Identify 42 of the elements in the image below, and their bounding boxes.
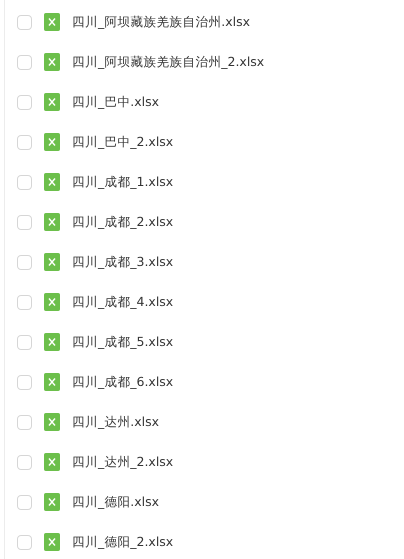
spreadsheet-file-icon <box>44 493 60 511</box>
file-name[interactable]: 四川_德阳_2.xlsx <box>72 534 174 550</box>
spreadsheet-file-icon <box>44 173 60 191</box>
checkbox[interactable] <box>17 254 32 270</box>
checkbox[interactable] <box>17 534 32 550</box>
checkbox[interactable] <box>17 454 32 470</box>
spreadsheet-file-icon <box>44 373 60 391</box>
file-name[interactable]: 四川_成都_1.xlsx <box>72 174 174 190</box>
checkbox[interactable] <box>17 94 32 110</box>
file-name[interactable]: 四川_成都_6.xlsx <box>72 374 174 390</box>
file-name[interactable]: 四川_达州_2.xlsx <box>72 454 174 470</box>
spreadsheet-file-icon <box>44 413 60 431</box>
file-name[interactable]: 四川_达州.xlsx <box>72 414 160 430</box>
spreadsheet-file-icon <box>44 533 60 551</box>
checkbox[interactable] <box>17 14 32 30</box>
file-name[interactable]: 四川_成都_4.xlsx <box>72 294 174 310</box>
spreadsheet-file-icon <box>44 13 60 31</box>
spreadsheet-file-icon <box>44 133 60 151</box>
file-name[interactable]: 四川_成都_5.xlsx <box>72 334 174 350</box>
spreadsheet-file-icon <box>44 293 60 311</box>
spreadsheet-file-icon <box>44 453 60 471</box>
checkbox[interactable] <box>17 54 32 70</box>
spreadsheet-file-icon <box>44 93 60 111</box>
file-name[interactable]: 四川_巴中.xlsx <box>72 94 160 110</box>
file-name[interactable]: 四川_阿坝藏族羌族自治州.xlsx <box>72 14 250 30</box>
checkbox[interactable] <box>17 294 32 310</box>
checkbox[interactable] <box>17 334 32 350</box>
checkbox[interactable] <box>17 174 32 190</box>
file-name[interactable]: 四川_成都_3.xlsx <box>72 254 174 270</box>
checkbox[interactable] <box>17 414 32 430</box>
file-name[interactable]: 四川_德阳.xlsx <box>72 494 160 510</box>
spreadsheet-file-icon <box>44 333 60 351</box>
checkbox[interactable] <box>17 494 32 510</box>
spreadsheet-file-icon <box>44 213 60 231</box>
file-name[interactable]: 四川_阿坝藏族羌族自治州_2.xlsx <box>72 54 264 70</box>
checkbox[interactable] <box>17 214 32 230</box>
file-name[interactable]: 四川_巴中_2.xlsx <box>72 134 174 150</box>
checkbox[interactable] <box>17 134 32 150</box>
file-name[interactable]: 四川_成都_2.xlsx <box>72 214 174 230</box>
spreadsheet-file-icon <box>44 53 60 71</box>
checkbox[interactable] <box>17 374 32 390</box>
spreadsheet-file-icon <box>44 253 60 271</box>
